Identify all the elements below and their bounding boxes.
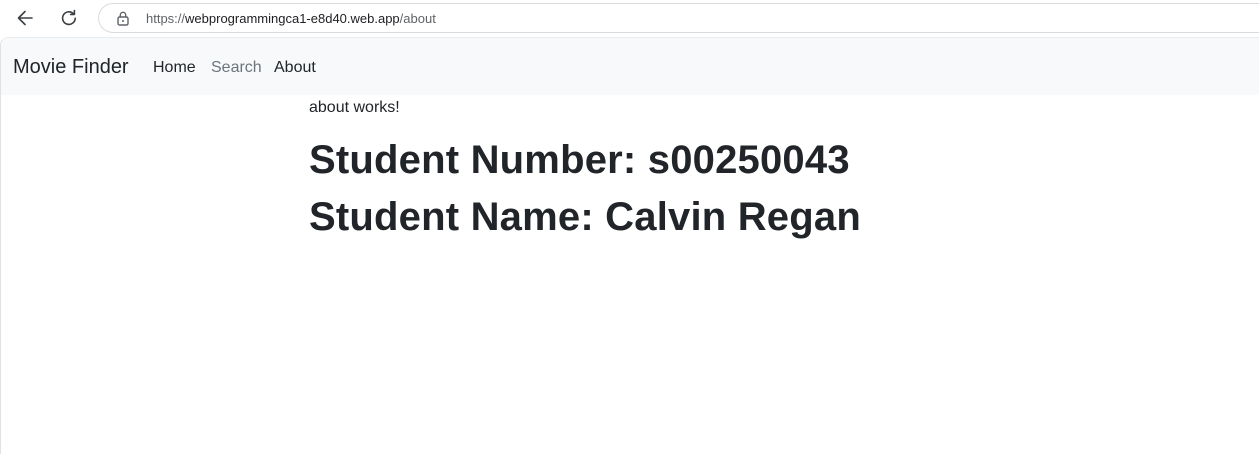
nav-link-search[interactable]: Search bbox=[211, 58, 262, 78]
url-host: webprogrammingca1-e8d40.web.app bbox=[185, 11, 400, 26]
student-name-heading: Student Name: Calvin Regan bbox=[309, 195, 861, 239]
url-scheme: https:// bbox=[146, 11, 186, 26]
navbar: Movie Finder Home Search About bbox=[1, 38, 1259, 95]
student-number-heading: Student Number: s00250043 bbox=[309, 138, 850, 182]
reload-button[interactable] bbox=[55, 4, 83, 32]
nav-link-home[interactable]: Home bbox=[153, 58, 196, 78]
back-arrow-icon bbox=[15, 8, 35, 28]
navbar-brand[interactable]: Movie Finder bbox=[13, 55, 129, 79]
main-content: about works! Student Number: s00250043 S… bbox=[309, 98, 861, 239]
browser-toolbar: https://webprogrammingca1-e8d40.web.app/… bbox=[0, 0, 1259, 36]
back-button[interactable] bbox=[11, 4, 39, 32]
address-bar[interactable]: https://webprogrammingca1-e8d40.web.app/… bbox=[98, 3, 1259, 33]
lock-icon[interactable] bbox=[115, 10, 131, 26]
nav-link-about[interactable]: About bbox=[274, 58, 316, 78]
about-text: about works! bbox=[309, 99, 400, 116]
page-viewport: Movie Finder Home Search About about wor… bbox=[0, 37, 1259, 454]
reload-icon bbox=[59, 8, 79, 28]
url-path: /about bbox=[399, 11, 436, 26]
url-text[interactable]: https://webprogrammingca1-e8d40.web.app/… bbox=[146, 11, 436, 27]
